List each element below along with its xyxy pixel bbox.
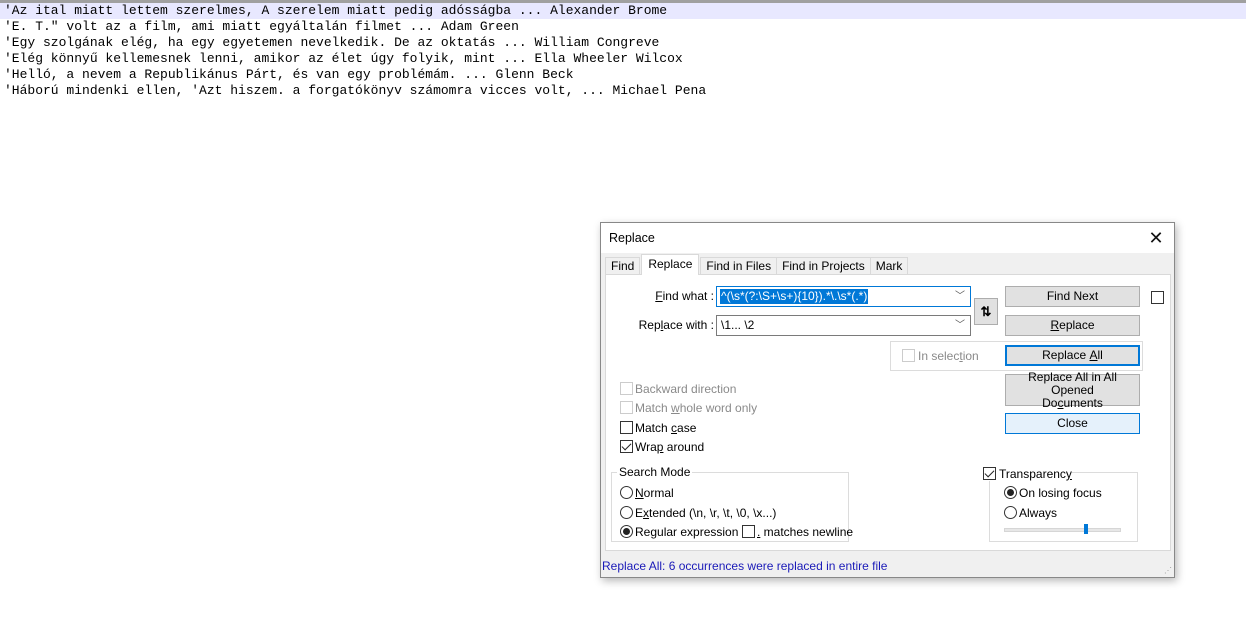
replace-with-input[interactable]: \1... \2 ﹀ bbox=[716, 315, 971, 336]
label-part: ormal bbox=[643, 486, 674, 500]
transparency-slider-track[interactable] bbox=[1004, 528, 1121, 532]
editor-line[interactable]: 'Háború mindenki ellen, 'Azt hiszem. a f… bbox=[0, 83, 1246, 99]
find-next-option-checkbox[interactable] bbox=[1151, 291, 1164, 304]
always-label: Always bbox=[1019, 506, 1058, 520]
on-losing-focus-label: On losing focus bbox=[1019, 486, 1102, 500]
tab-bar: Find Replace Find in Files Find in Proje… bbox=[605, 254, 909, 275]
backward-direction-checkbox[interactable] bbox=[620, 382, 633, 395]
resize-grip-icon[interactable]: ⋰ bbox=[1164, 567, 1172, 575]
label-part: Replace bbox=[1042, 348, 1090, 362]
editor-line[interactable]: 'Elég könnyű kellemesnek lenni, amikor a… bbox=[0, 51, 1246, 67]
label-part: Documents bbox=[1042, 395, 1103, 410]
label-part: uments bbox=[1063, 395, 1103, 410]
dialog-title: Replace bbox=[609, 231, 655, 245]
normal-radio[interactable] bbox=[620, 486, 633, 499]
status-message: Replace All: 6 occurrences were replaced… bbox=[602, 559, 888, 573]
label-accel: A bbox=[1089, 348, 1098, 362]
label-part: eplace bbox=[1059, 318, 1095, 332]
label-part: ase bbox=[677, 421, 697, 435]
regular-expression-radio[interactable] bbox=[620, 525, 633, 538]
tab-mark[interactable]: Mark bbox=[869, 257, 909, 275]
replace-all-button[interactable]: Replace All bbox=[1005, 345, 1140, 366]
dot-matches-newline-label: . matches newline bbox=[757, 525, 853, 539]
label-part: tended (\n, \r, \t, \0, \x...) bbox=[649, 506, 777, 520]
find-what-label: Find what : bbox=[626, 289, 714, 303]
regular-expression-label: Regular expression bbox=[635, 525, 738, 539]
find-what-input[interactable]: ^(\s*(?:\S+\s+){10}).*\.\s*(.*) ﹀ bbox=[716, 286, 971, 307]
editor-line[interactable]: 'E. T." volt az a film, ami miatt egyált… bbox=[0, 19, 1246, 35]
find-what-value[interactable]: ^(\s*(?:\S+\s+){10}).*\.\s*(.*) bbox=[720, 289, 869, 304]
label-part: ular expression bbox=[657, 525, 739, 539]
swap-find-replace-button[interactable]: ⇅ bbox=[974, 298, 998, 325]
label-accel: R bbox=[1050, 318, 1060, 332]
close-icon[interactable]: ✕ bbox=[1144, 226, 1168, 250]
editor-line[interactable]: 'Egy szolgának elég, ha egy egyetemen ne… bbox=[0, 35, 1246, 51]
tab-replace[interactable]: Replace bbox=[641, 254, 700, 275]
label-part: In selec bbox=[918, 349, 960, 363]
wrap-around-checkbox[interactable] bbox=[620, 440, 633, 453]
chevron-down-icon[interactable]: ﹀ bbox=[953, 317, 967, 334]
replace-panel: Find what : ^(\s*(?:\S+\s+){10}).*\.\s*(… bbox=[605, 274, 1171, 551]
normal-label: Normal bbox=[635, 486, 674, 500]
extended-label: Extended (\n, \r, \t, \0, \x...) bbox=[635, 506, 776, 520]
match-whole-word-checkbox[interactable] bbox=[620, 401, 633, 414]
match-case-label: Match case bbox=[635, 421, 696, 435]
label-accel: w bbox=[671, 401, 680, 415]
replace-dialog: Replace ✕ Find Replace Find in Files Fin… bbox=[600, 222, 1175, 578]
swap-arrows-icon: ⇅ bbox=[980, 304, 992, 319]
search-mode-title: Search Mode bbox=[617, 465, 693, 479]
on-losing-focus-radio[interactable] bbox=[1004, 486, 1017, 499]
label-part: Transparenc bbox=[999, 467, 1066, 481]
extended-radio[interactable] bbox=[620, 506, 633, 519]
label-accel: y bbox=[1065, 467, 1072, 481]
replace-all-opened-button[interactable]: Replace All in All Opened Documents bbox=[1005, 369, 1140, 409]
label-part: matches newline bbox=[760, 525, 854, 539]
label-part: Match bbox=[635, 421, 672, 435]
dot-matches-newline-checkbox[interactable] bbox=[742, 525, 755, 538]
transparency-label: Transparency bbox=[999, 467, 1072, 481]
label-part: ll bbox=[1097, 348, 1103, 362]
label-part: ion bbox=[962, 349, 979, 363]
chevron-down-icon[interactable]: ﹀ bbox=[953, 288, 967, 305]
replace-button[interactable]: Replace bbox=[1005, 315, 1140, 336]
always-radio[interactable] bbox=[1004, 506, 1017, 519]
replace-with-label: Replace with : bbox=[626, 318, 714, 332]
label-part: Rep bbox=[638, 318, 661, 332]
backward-direction-label: Backward direction bbox=[635, 382, 737, 396]
label-accel: N bbox=[635, 486, 644, 500]
label-accel: F bbox=[655, 289, 663, 303]
label-part: ind what : bbox=[662, 289, 714, 303]
in-selection-checkbox[interactable] bbox=[902, 349, 915, 362]
label-part: Re bbox=[635, 525, 651, 539]
match-whole-word-label: Match whole word only bbox=[635, 401, 757, 415]
label-part: ace with : bbox=[663, 318, 714, 332]
close-button[interactable]: Close bbox=[1005, 413, 1140, 434]
in-selection-label: In selection bbox=[918, 349, 979, 363]
match-case-checkbox[interactable] bbox=[620, 421, 633, 434]
tab-find-in-projects[interactable]: Find in Projects bbox=[776, 257, 871, 275]
title-bar[interactable]: Replace ✕ bbox=[601, 223, 1174, 253]
label-part: hole word only bbox=[679, 401, 758, 415]
editor-line[interactable]: 'Helló, a nevem a Republikánus Párt, és … bbox=[0, 67, 1246, 83]
label-part: Replace All in All Opened bbox=[1028, 369, 1117, 397]
replace-with-value[interactable]: \1... \2 bbox=[721, 318, 754, 333]
transparency-slider-thumb[interactable] bbox=[1083, 524, 1088, 534]
wrap-around-label: Wrap around bbox=[635, 440, 704, 454]
editor-line[interactable]: 'Az ital miatt lettem szerelmes, A szere… bbox=[0, 3, 1246, 19]
label-part: around bbox=[663, 440, 705, 454]
label-part: Match bbox=[635, 401, 672, 415]
tab-find[interactable]: Find bbox=[605, 257, 641, 275]
label-part: Do bbox=[1042, 395, 1058, 410]
label-part: Wra bbox=[635, 440, 657, 454]
label-part: E bbox=[635, 506, 644, 520]
transparency-checkbox[interactable] bbox=[983, 467, 996, 480]
find-next-button[interactable]: Find Next bbox=[1005, 286, 1140, 307]
tab-find-in-files[interactable]: Find in Files bbox=[700, 257, 778, 275]
